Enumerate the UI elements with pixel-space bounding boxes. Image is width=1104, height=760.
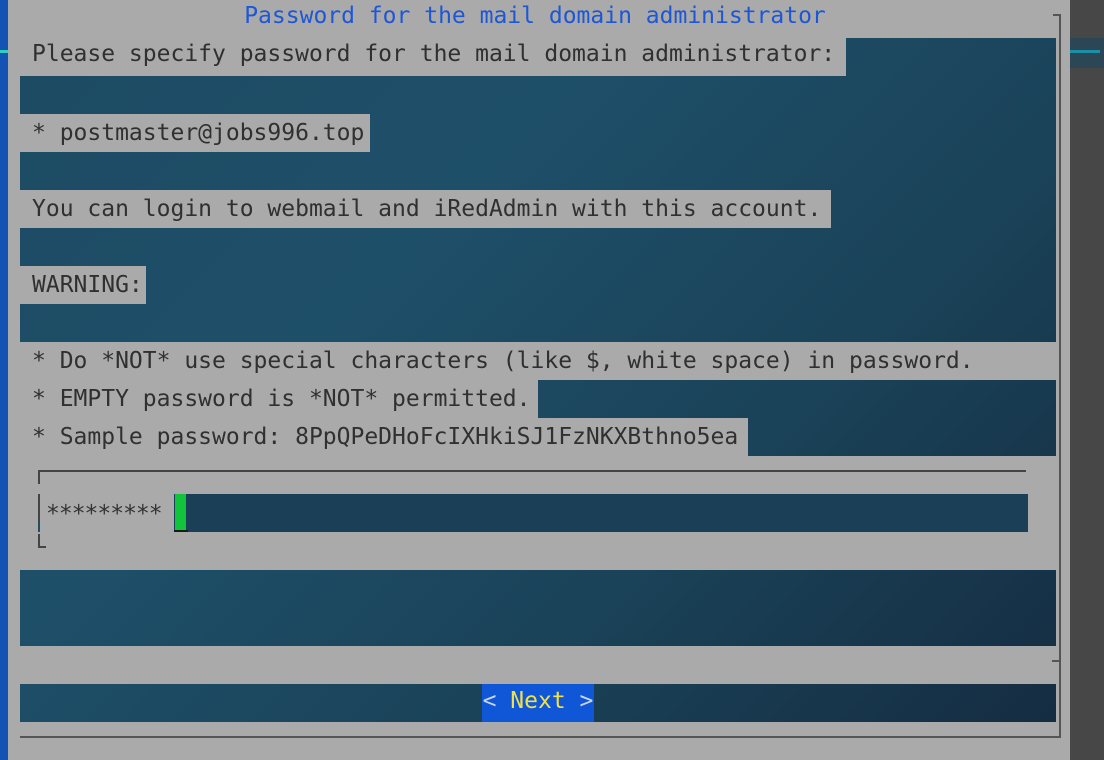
- input-frame-bottom-band: [20, 532, 1056, 570]
- next-button-left-bracket: <: [482, 688, 497, 714]
- input-frame-top-band: [36, 456, 1056, 494]
- dialog-corner-top-right-v: [1059, 14, 1061, 26]
- rule-empty-password: * EMPTY password is *NOT* permitted.: [20, 380, 538, 418]
- next-button[interactable]: < Next >: [482, 684, 594, 722]
- next-button-right-bracket: >: [579, 688, 594, 714]
- dialog-shadow-highlight: [1070, 38, 1104, 68]
- dialog-separator-band: [20, 646, 1056, 684]
- intro-text: Please specify password for the mail dom…: [20, 34, 846, 76]
- text-cursor-underline: [174, 530, 188, 532]
- warning-heading: WARNING:: [20, 266, 146, 304]
- account-text: * postmaster@jobs996.top: [20, 114, 370, 152]
- text-cursor-icon: [175, 494, 186, 530]
- input-frame-right: [1028, 456, 1056, 570]
- dialog-shadow: [1070, 0, 1104, 760]
- input-frame-corner-tl: [38, 470, 40, 484]
- rule-special-chars: * Do *NOT* use special characters (like …: [20, 342, 1056, 380]
- dialog-bottom-band: [20, 722, 1056, 760]
- password-input[interactable]: [40, 494, 1028, 532]
- dialog-title: Password for the mail domain administrat…: [244, 3, 826, 29]
- password-masked-value[interactable]: *********: [40, 494, 174, 532]
- dialog-bottom-border: [20, 736, 1061, 738]
- input-frame-top-line: [38, 470, 1026, 472]
- dialog-left-margin: [8, 0, 20, 760]
- input-frame-corner-bl-h: [38, 546, 46, 548]
- next-button-label: Next: [510, 688, 566, 714]
- window-left-edge: [0, 0, 8, 760]
- dialog-right-border: [1059, 26, 1061, 736]
- edge-marker-right: [1070, 50, 1100, 53]
- dialog-separator-tee: [1052, 660, 1061, 662]
- edge-marker: [0, 50, 8, 53]
- sample-password-text: * Sample password: 8PpQPeDHoFcIXHkiSJ1Fz…: [20, 418, 748, 456]
- login-info-text: You can login to webmail and iRedAdmin w…: [20, 190, 831, 228]
